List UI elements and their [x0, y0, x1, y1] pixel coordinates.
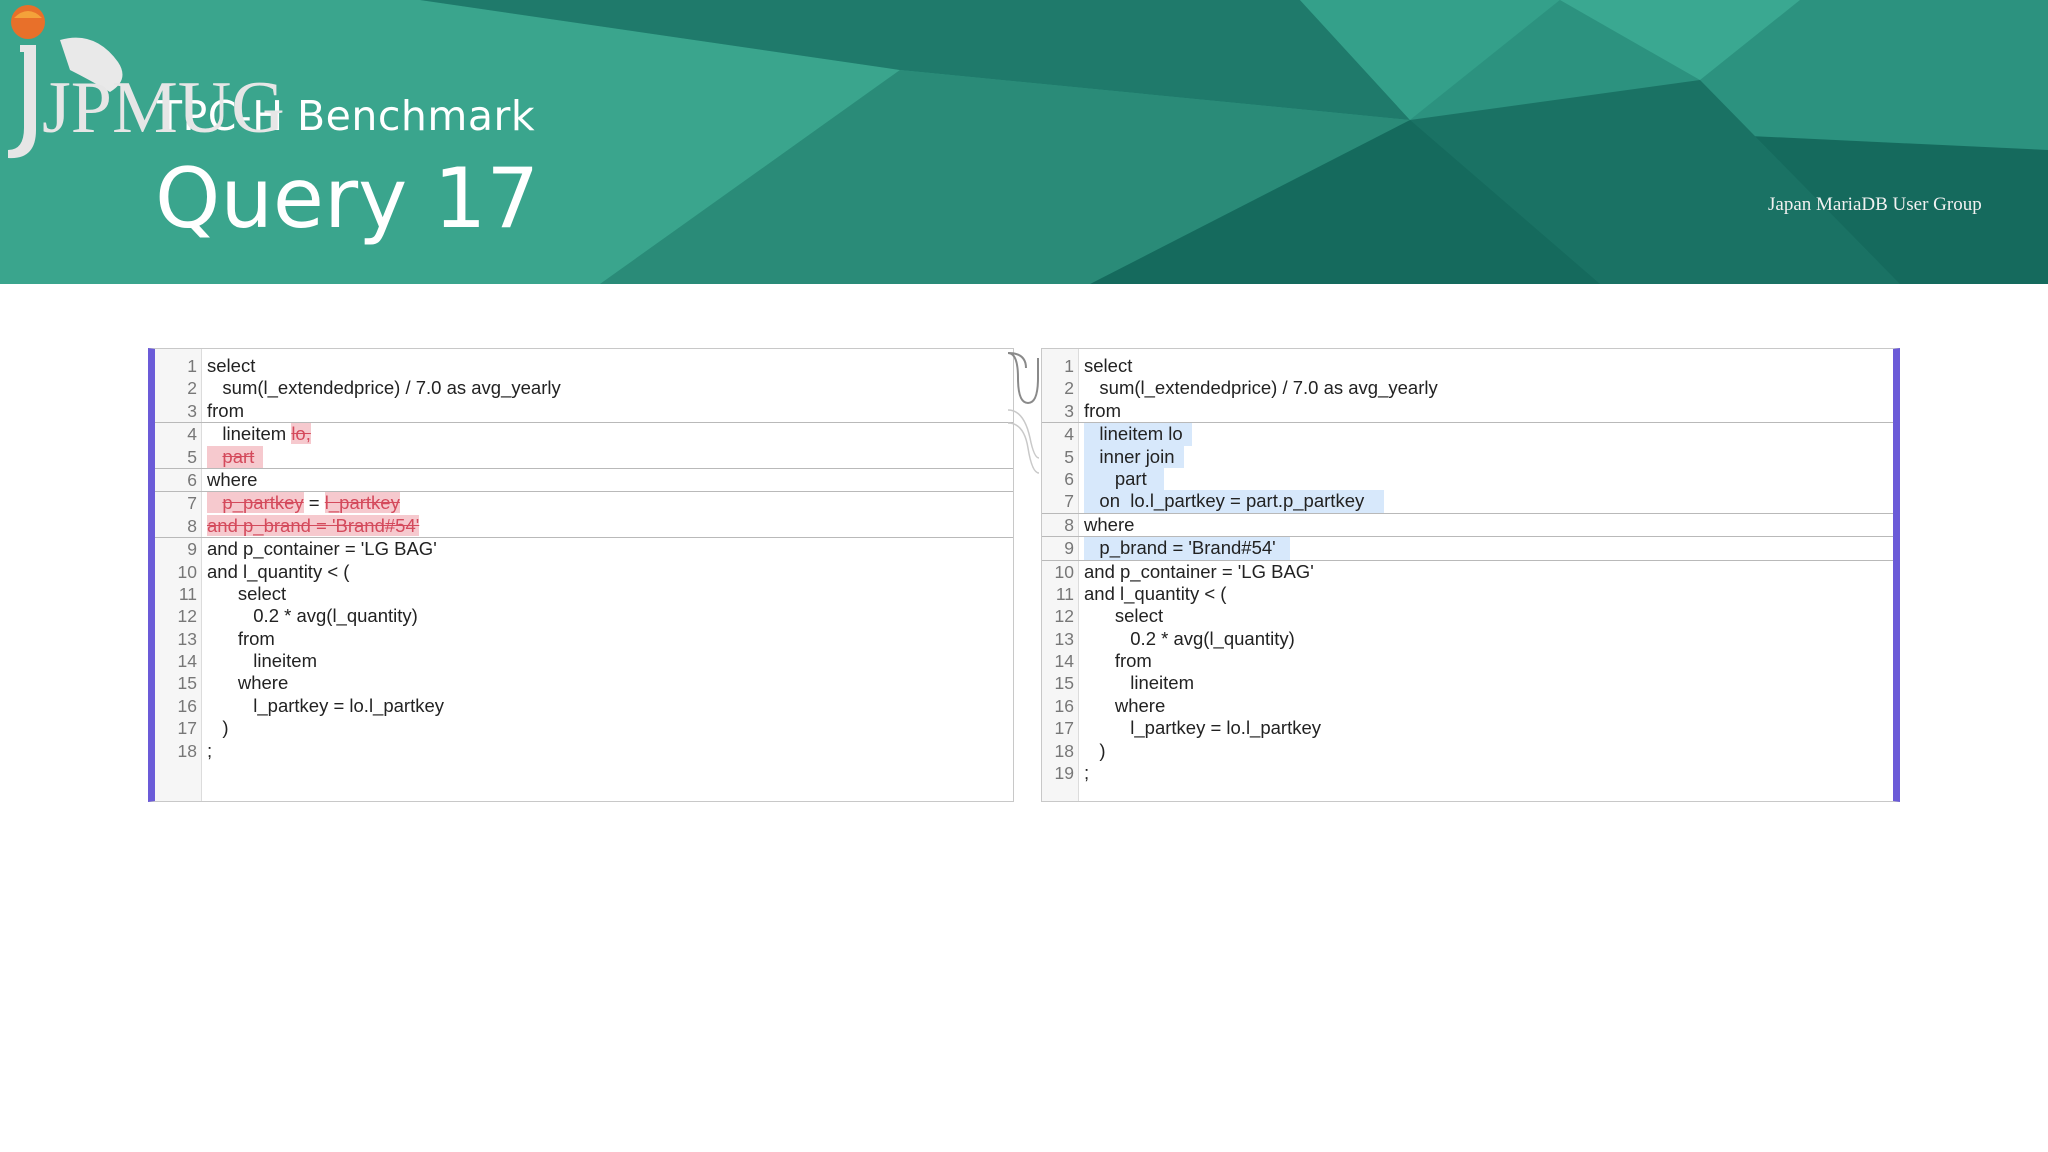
- code-line: 13 0.2 * avg(l_quantity): [1054, 627, 1295, 649]
- code-line: 1 select: [187, 355, 256, 376]
- code-line: 3 from: [155, 400, 1013, 424]
- code-line: 19;: [1054, 762, 1090, 784]
- code-line: 3 from: [1042, 400, 1893, 424]
- code-line: 11 select: [178, 582, 287, 604]
- code-line: 16 where: [1054, 694, 1166, 716]
- deleted-text: p_partkey: [222, 492, 304, 514]
- diff-pane-left[interactable]: 1 select 2 sum(l_extendedprice) / 7.0 as …: [148, 348, 1014, 802]
- jpmug-logo: JPMUG: [8, 5, 285, 159]
- code-line-added: 4 lineitem lo: [1042, 423, 1893, 446]
- code-line: 9 and p_container = 'LG BAG': [187, 538, 437, 560]
- code-line: 14 lineitem: [177, 650, 318, 672]
- code-line: 14 from: [1054, 650, 1152, 672]
- svg-text:JPMUG: JPMUG: [42, 67, 285, 149]
- code-line: 17 l_partkey = lo.l_partkey: [1054, 717, 1322, 739]
- deleted-text: lo,: [291, 423, 311, 445]
- code-line-added: 7 on lo.l_partkey = part.p_partkey: [1042, 490, 1893, 514]
- code-line: 13 from: [177, 627, 275, 649]
- code-line-changed: 4 lineitem lo,: [187, 423, 311, 445]
- code-line: 11 and l_quantity < (: [1055, 582, 1227, 604]
- logo-tagline: Japan MariaDB User Group: [1768, 194, 1982, 215]
- code-line: 15 lineitem: [1054, 672, 1195, 694]
- code-line-changed: 8 and p_brand = 'Brand#54': [155, 514, 1013, 539]
- code-line: 2 sum(l_extendedprice) / 7.0 as avg_year…: [1064, 377, 1438, 399]
- deleted-text: l_partkey: [324, 492, 400, 514]
- code-line: 16 l_partkey = lo.l_partkey: [177, 694, 445, 716]
- code-line: 8 where: [1042, 514, 1893, 538]
- code-line: 12 select: [1054, 605, 1164, 627]
- code-view-right: 1 select 2 sum(l_extendedprice) / 7.0 as …: [1042, 355, 1893, 784]
- code-line: 18;: [177, 739, 213, 761]
- code-line: 12 0.2 * avg(l_quantity): [177, 605, 418, 627]
- code-view-left: 1 select 2 sum(l_extendedprice) / 7.0 as …: [155, 355, 1013, 762]
- code-line: 1 select: [1064, 355, 1133, 376]
- diff-pane-right[interactable]: 1 select 2 sum(l_extendedprice) / 7.0 as …: [1041, 348, 1900, 802]
- diff-marker: [1893, 349, 1900, 461]
- diff-marker: [148, 349, 155, 439]
- code-line-changed: 7 p_partkey = l_partkey: [187, 492, 400, 514]
- code-line-added: 6 part: [1042, 467, 1893, 491]
- code-line: 18 ): [1054, 739, 1106, 761]
- code-line-added: 5 inner join: [1042, 445, 1893, 468]
- code-line: 15 where: [177, 672, 289, 694]
- diff-marker: [1893, 461, 1900, 501]
- code-line: 10 and l_quantity < (: [177, 560, 350, 582]
- code-line: 10 and p_container = 'LG BAG': [1054, 560, 1314, 582]
- code-line-changed: 5 part: [155, 445, 1013, 469]
- code-line: 17 ): [177, 717, 229, 739]
- diff-connector: [1007, 352, 1040, 474]
- deleted-text: and p_brand = 'Brand#54': [207, 514, 420, 536]
- code-line: 2 sum(l_extendedprice) / 7.0 as avg_year…: [187, 377, 561, 399]
- diff-marker: [148, 439, 155, 479]
- code-line-added: 9 p_brand = 'Brand#54': [1042, 537, 1893, 561]
- deleted-text: part: [222, 445, 255, 467]
- code-line: 6 where: [155, 469, 1013, 493]
- header-banner: TPC-H Benchmark Query 17 JPMUG Japan Mar…: [0, 0, 2048, 284]
